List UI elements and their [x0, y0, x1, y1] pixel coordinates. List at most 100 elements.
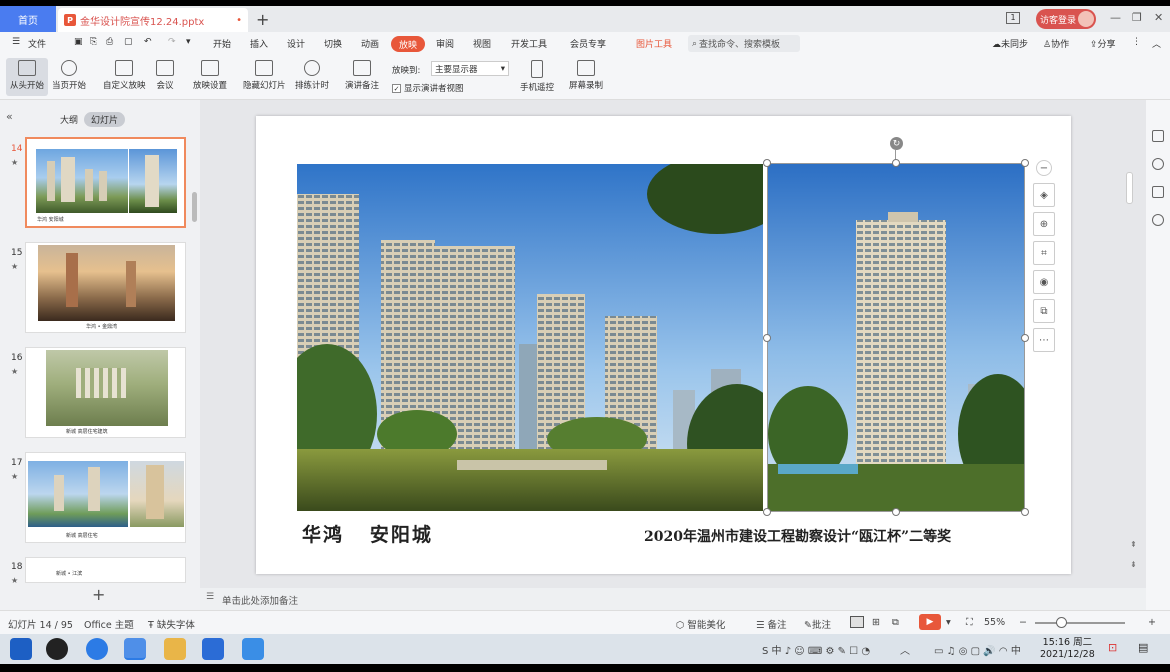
idea-bulb-icon[interactable]: ◉: [1033, 270, 1055, 294]
theme-name[interactable]: Office 主题: [84, 617, 134, 631]
menu-file[interactable]: 文件: [28, 37, 46, 50]
system-tray-icons[interactable]: S 中 ♪ ☺ ⌨ ⚙ ✎ ☐ ◔: [762, 642, 870, 657]
resize-handle[interactable]: [892, 508, 900, 516]
restore-icon[interactable]: ❐: [1132, 11, 1142, 24]
notes-toggle-button[interactable]: ☰ 备注: [756, 617, 787, 631]
collapse-ribbon-icon[interactable]: ︿: [1152, 37, 1161, 50]
export-icon[interactable]: ⎘: [90, 37, 97, 47]
reading-view-icon[interactable]: ⧉: [892, 617, 899, 628]
rotate-handle-icon[interactable]: ↻: [890, 137, 903, 150]
app-chart-icon[interactable]: [242, 638, 264, 660]
help-icon[interactable]: [1152, 214, 1164, 226]
presenter-view-checkbox[interactable]: ✓ 显示演讲者视图: [392, 82, 464, 94]
next-slide-icon[interactable]: ⇟: [1130, 560, 1137, 569]
beautify-button[interactable]: ⬡ 智能美化: [676, 617, 725, 631]
app-flower-icon[interactable]: [46, 638, 68, 660]
tab-outline[interactable]: 大纲: [60, 113, 78, 126]
resize-handle[interactable]: [1021, 508, 1029, 516]
more-options-icon[interactable]: ⋯: [1033, 328, 1055, 352]
layers-icon[interactable]: ◈: [1033, 183, 1055, 207]
normal-view-icon[interactable]: [850, 616, 864, 628]
show-settings-button[interactable]: 放映设置: [193, 60, 227, 91]
prev-slide-icon[interactable]: ⇞: [1130, 540, 1137, 549]
app-blue-icon[interactable]: [124, 638, 146, 660]
menu-design[interactable]: 设计: [287, 37, 305, 50]
undo-icon[interactable]: ↶: [144, 37, 152, 47]
screen-record-button[interactable]: 屏幕录制: [569, 60, 603, 91]
quick-access-dropdown-icon[interactable]: ▾: [186, 37, 191, 47]
menu-member[interactable]: 会员专享: [570, 37, 606, 50]
hide-slide-button[interactable]: 隐藏幻灯片: [243, 60, 286, 91]
zoom-icon[interactable]: ⊕: [1033, 212, 1055, 236]
zoom-in-icon[interactable]: +: [1148, 617, 1156, 628]
print-icon[interactable]: ⎙: [106, 37, 113, 47]
window-count-icon[interactable]: 1: [1006, 12, 1020, 24]
collapse-pane-icon[interactable]: «: [6, 110, 13, 123]
home-tab[interactable]: 首页: [0, 6, 56, 32]
more-icon[interactable]: ⋮: [1132, 37, 1141, 47]
comments-button[interactable]: ✎批注: [804, 617, 831, 631]
custom-show-button[interactable]: 自定义放映: [103, 60, 146, 91]
login-button[interactable]: 访客登录: [1036, 9, 1096, 29]
clock[interactable]: 15:16 周二 2021/12/28: [1040, 637, 1095, 661]
notes-area[interactable]: ☰ 单击此处添加备注: [200, 588, 1146, 610]
menu-transition[interactable]: 切换: [324, 37, 342, 50]
menu-review[interactable]: 审阅: [436, 37, 454, 50]
tray-expand-icon[interactable]: ︿: [900, 642, 910, 657]
meeting-button[interactable]: 会议: [156, 60, 174, 91]
fit-window-icon[interactable]: ⛶: [966, 617, 973, 628]
notification-icon[interactable]: ▤: [1138, 641, 1148, 654]
slideshow-dropdown-icon[interactable]: ▾: [946, 617, 951, 628]
crop-icon[interactable]: ⌗: [1033, 241, 1055, 265]
input-method-icon[interactable]: ⊡: [1108, 641, 1117, 654]
current-slide[interactable]: ↻ 华鸿 安阳城 2020年温州市建设工程勘察设计“瓯江杯”二等奖: [256, 116, 1071, 574]
menu-animation[interactable]: 动画: [361, 37, 379, 50]
pane-scrollbar[interactable]: [192, 192, 197, 222]
slideshow-play-icon[interactable]: ▶: [919, 614, 941, 630]
play-to-select[interactable]: 主要显示器 ▾: [431, 61, 509, 76]
windows-start-icon[interactable]: [10, 638, 32, 660]
menu-insert[interactable]: 插入: [250, 37, 268, 50]
resize-handle[interactable]: [763, 159, 771, 167]
menu-view[interactable]: 视图: [473, 37, 491, 50]
save-icon[interactable]: ▣: [74, 37, 83, 47]
menu-picture-tools[interactable]: 图片工具: [636, 37, 672, 50]
tab-slides[interactable]: 幻灯片: [84, 112, 126, 127]
collab-button[interactable]: ♙协作: [1043, 37, 1069, 50]
slide-thumbnail-17[interactable]: 新城 高层住宅: [25, 452, 186, 543]
slide-sorter-icon[interactable]: ⊞: [872, 617, 880, 628]
building-photo-left[interactable]: [297, 164, 763, 511]
slide-caption-left[interactable]: 华鸿 安阳城: [302, 520, 433, 547]
resize-handle[interactable]: [763, 334, 771, 342]
play-from-start-button[interactable]: 从头开始: [6, 58, 48, 96]
add-slide-button[interactable]: +: [92, 585, 105, 604]
slide-thumbnail-15[interactable]: 华鸿 • 金鼎湾: [25, 242, 186, 333]
menu-home[interactable]: 开始: [213, 37, 231, 50]
zoom-slider-knob[interactable]: [1056, 617, 1067, 628]
zoom-slider[interactable]: [1035, 622, 1125, 624]
pin-icon[interactable]: [1152, 158, 1164, 170]
menu-slideshow[interactable]: 放映: [391, 36, 425, 52]
zoom-out-icon[interactable]: −: [1019, 617, 1027, 628]
rehearse-timing-button[interactable]: 排练计时: [295, 60, 329, 91]
slide-thumbnail-14[interactable]: 华鸿 安阳城: [25, 137, 186, 228]
command-search[interactable]: ⌕ 查找命令、搜索模板: [688, 35, 800, 52]
new-tab-button[interactable]: +: [256, 10, 269, 29]
minimize-icon[interactable]: —: [1110, 11, 1121, 24]
resize-handle[interactable]: [763, 508, 771, 516]
file-explorer-icon[interactable]: [164, 638, 186, 660]
replace-picture-icon[interactable]: ⧉: [1033, 299, 1055, 323]
sync-status[interactable]: ☁未同步: [992, 37, 1028, 50]
slide-thumbnail-18[interactable]: 新城 • 江滨: [25, 557, 186, 583]
redo-icon[interactable]: ↷: [168, 37, 176, 47]
zoom-level[interactable]: 55%: [984, 617, 1005, 628]
speaker-notes-button[interactable]: 演讲备注: [345, 60, 379, 91]
ie-browser-icon[interactable]: [86, 638, 108, 660]
status-tray-icons[interactable]: ▭ ♫ ◎ ▢ 🔊 ◠ 中: [934, 642, 1021, 657]
resize-handle[interactable]: [892, 159, 900, 167]
properties-icon[interactable]: [1152, 130, 1164, 142]
slide-thumbnail-16[interactable]: 新城 高层住宅建筑: [25, 347, 186, 438]
preview-icon[interactable]: ▢: [124, 37, 133, 47]
close-icon[interactable]: ✕: [1154, 11, 1163, 24]
copy-icon[interactable]: [1152, 186, 1164, 198]
